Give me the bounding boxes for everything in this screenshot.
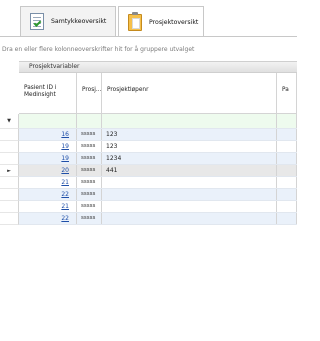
cell-prosjektlopenr[interactable] (102, 213, 277, 224)
current-row-indicator[interactable]: ► (0, 165, 19, 177)
cell-prosjekt: sssss (77, 177, 102, 188)
tab-prosjektoversikt[interactable]: Prosjektoversikt (118, 6, 204, 37)
cell-pasient-id: 16 (19, 129, 77, 140)
cell-pa[interactable] (277, 201, 297, 212)
patient-id-link[interactable]: 16 (61, 131, 69, 138)
cell-pa[interactable] (277, 165, 297, 176)
tab-label: Prosjektoversikt (149, 18, 199, 26)
cell-pasient-id: 21 (19, 177, 77, 188)
cell-pa[interactable] (277, 129, 297, 140)
table-row[interactable]: 21 sssss (19, 177, 297, 189)
cell-prosjektlopenr[interactable]: 1234 (102, 153, 277, 164)
cell-prosjekt: sssss (77, 141, 102, 152)
cell-prosjekt: sssss (77, 189, 102, 200)
table-row[interactable]: 19 sssss 123 (19, 141, 297, 153)
cell-prosjekt: sssss (77, 129, 102, 140)
cell-pa[interactable] (277, 213, 297, 224)
patient-id-link[interactable]: 20 (61, 167, 69, 174)
cell-prosjektlopenr[interactable] (102, 189, 277, 200)
cell-prosjektlopenr[interactable]: 441 (102, 165, 277, 176)
column-header-prosjekt[interactable]: Prosj... (77, 73, 102, 114)
table-row[interactable]: 21 sssss (19, 201, 297, 213)
table-row-selected[interactable]: 20 sssss 441 (19, 165, 297, 177)
cell-prosjekt[interactable] (77, 114, 102, 128)
patient-id-link[interactable]: 22 (61, 215, 69, 222)
cell-pasient-id: 21 (19, 201, 77, 212)
cell-pasient-id: 20 (19, 165, 77, 176)
patient-id-link[interactable]: 21 (61, 203, 69, 210)
row-indicator[interactable] (0, 213, 19, 225)
tab-bar: Samtykkeoversikt Prosjektoversikt (0, 0, 297, 37)
row-indicator[interactable] (0, 129, 19, 141)
cell-pa[interactable] (277, 114, 297, 128)
cell-prosjektlopenr[interactable]: 123 (102, 129, 277, 140)
row-indicator[interactable] (0, 201, 19, 213)
patient-id-link[interactable]: 19 (61, 155, 69, 162)
row-indicator[interactable] (0, 153, 19, 165)
group-by-area[interactable]: Dra en eller flere kolonneoverskrifter h… (0, 44, 297, 56)
cell-pasient-id: 19 (19, 153, 77, 164)
tab-label: Samtykkeoversikt (51, 18, 107, 25)
column-header-row: Pasient ID i Medinsight Prosj... Prosjek… (19, 73, 297, 114)
clipboard-icon (127, 12, 143, 31)
table-row[interactable]: 16 sssss 123 (19, 129, 297, 141)
cell-prosjekt: sssss (77, 153, 102, 164)
column-header-pa[interactable]: Pa (277, 73, 297, 114)
cell-pasient-id: 22 (19, 213, 77, 224)
table-row[interactable]: 19 sssss 1234 (19, 153, 297, 165)
table-row[interactable]: 22 sssss (19, 189, 297, 201)
patient-id-link[interactable]: 22 (61, 191, 69, 198)
cell-prosjektlopenr[interactable] (102, 201, 277, 212)
cell-prosjektlopenr[interactable]: 123 (102, 141, 277, 152)
patient-id-link[interactable]: 21 (61, 179, 69, 186)
new-row[interactable] (19, 114, 297, 129)
cell-prosjektlopenr[interactable] (102, 114, 277, 128)
cell-pasient-id: 19 (19, 141, 77, 152)
tab-samtykkeoversikt[interactable]: Samtykkeoversikt (20, 6, 116, 36)
column-header-prosjektlopenr[interactable]: Prosjektløpenr (102, 73, 277, 114)
row-indicator[interactable] (0, 189, 19, 201)
cell-pa[interactable] (277, 177, 297, 188)
cell-pasient-id: 22 (19, 189, 77, 200)
table-row[interactable]: 22 sssss (19, 213, 297, 225)
new-row-indicator[interactable]: ▼ (0, 114, 19, 129)
cell-prosjektlopenr[interactable] (102, 177, 277, 188)
band-header: Prosjektvariabler (19, 61, 297, 73)
column-header-pasient-id[interactable]: Pasient ID i Medinsight (19, 73, 77, 114)
patient-id-link[interactable]: 19 (61, 143, 69, 150)
cell-pa[interactable] (277, 141, 297, 152)
cell-prosjekt: sssss (77, 165, 102, 176)
row-indicator[interactable] (0, 177, 19, 189)
cell-prosjekt: sssss (77, 201, 102, 212)
row-indicator[interactable] (0, 141, 19, 153)
cell-prosjekt: sssss (77, 213, 102, 224)
cell-pa[interactable] (277, 153, 297, 164)
cell-pasient-id[interactable] (19, 114, 77, 128)
consent-sheet-icon (29, 12, 45, 31)
cell-pa[interactable] (277, 189, 297, 200)
